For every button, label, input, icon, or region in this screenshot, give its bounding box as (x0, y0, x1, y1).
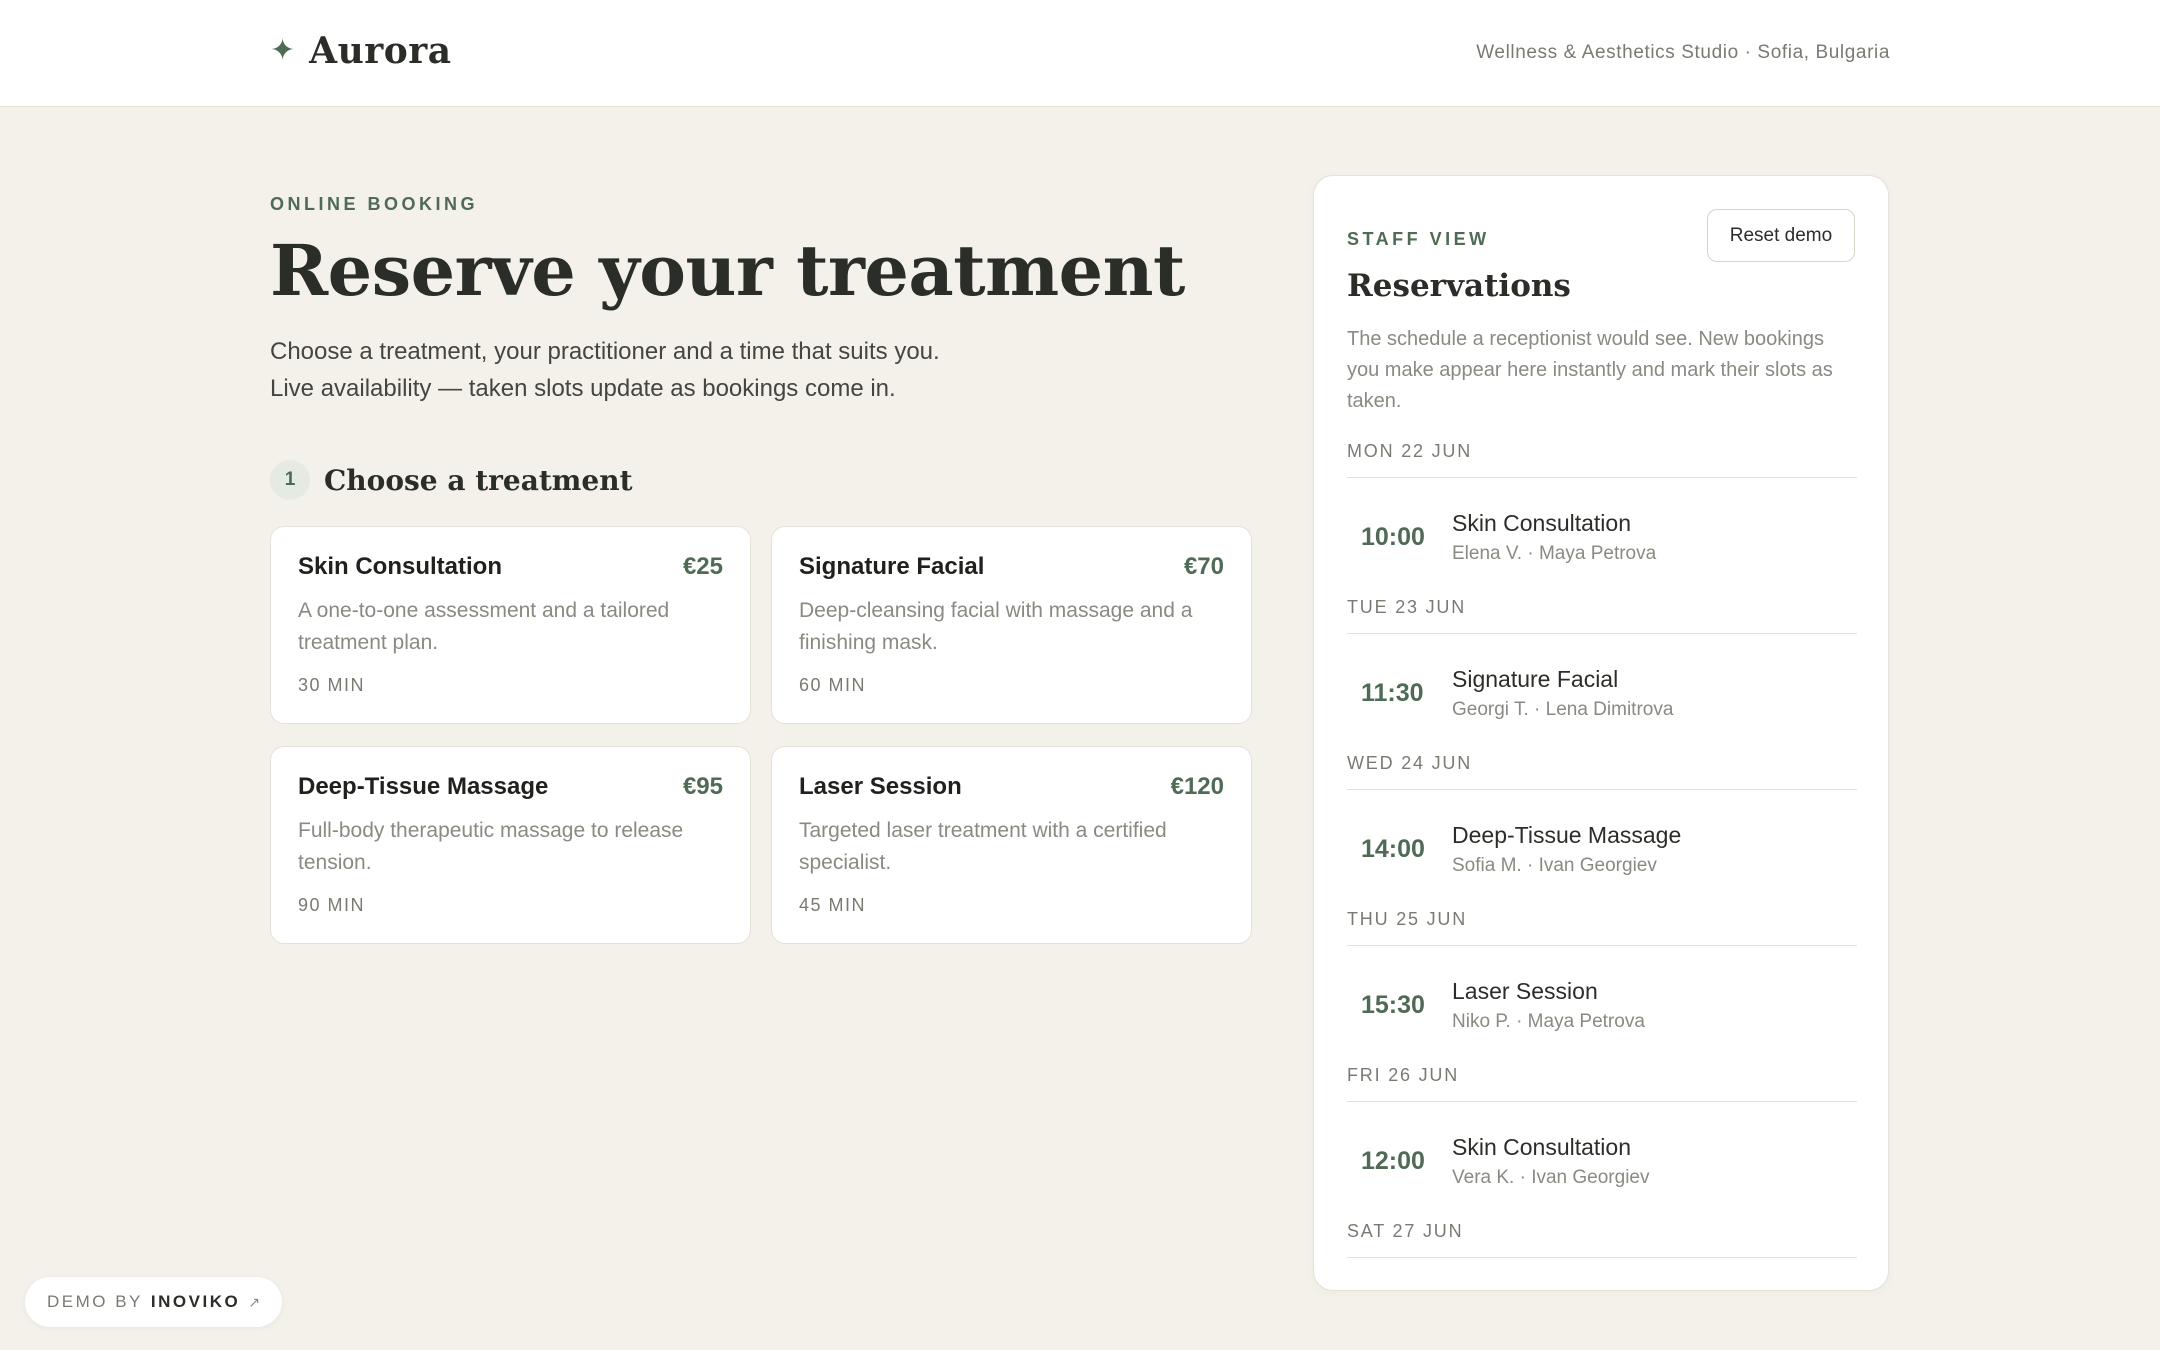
treatment-name: Skin Consultation (298, 553, 502, 580)
schedule-day: WED 24 JUN 14:00 Deep-Tissue Massage Sof… (1347, 753, 1857, 909)
schedule-day: MON 22 JUN 10:00 Skin Consultation Elena… (1347, 441, 1857, 597)
panel-description: The schedule a receptionist would see. N… (1347, 328, 1833, 412)
schedule-day: THU 25 JUN 15:30 Laser Session Niko P. ·… (1347, 909, 1857, 1065)
badge-brand: INOVIKO (150, 1292, 241, 1311)
day-label: SAT 27 JUN (1347, 1221, 1857, 1258)
top-bar: ✦ Aurora Wellness & Aesthetics Studio · … (0, 0, 2160, 107)
treatment-duration: 60 MIN (799, 675, 867, 695)
sparkle-icon: ✦ (270, 34, 296, 67)
reservation-time: 14:00 (1361, 835, 1425, 863)
reset-demo-button[interactable]: Reset demo (1707, 209, 1855, 262)
day-label: TUE 23 JUN (1347, 597, 1857, 634)
treatment-duration: 30 MIN (298, 675, 366, 695)
treatment-name: Deep-Tissue Massage (298, 773, 549, 800)
day-label: FRI 26 JUN (1347, 1065, 1857, 1102)
studio-tagline: Wellness & Aesthetics Studio · Sofia, Bu… (1476, 42, 1890, 63)
reservation-client-practitioner: Sofia M. · Ivan Georgiev (1452, 855, 1657, 876)
reservation-treatment: Laser Session (1452, 978, 1598, 1004)
step-heading: 1 Choose a treatment (270, 460, 633, 500)
treatment-description: A one-to-one assessment and a tailored t… (298, 599, 670, 654)
day-label: MON 22 JUN (1347, 441, 1857, 478)
demo-by-badge[interactable]: DEMO BY INOVIKO ↗ (25, 1277, 282, 1327)
treatment-card-skin-consultation[interactable]: Skin Consultation €25 A one-to-one asses… (270, 526, 751, 724)
reservation-treatment: Deep-Tissue Massage (1452, 822, 1682, 848)
treatment-description: Full-body therapeutic massage to release… (298, 819, 684, 874)
hero-subtitle-line: Live availability — taken slots update a… (270, 375, 896, 402)
treatment-card-signature-facial[interactable]: Signature Facial €70 Deep-cleansing faci… (771, 526, 1252, 724)
reservation-treatment: Signature Facial (1452, 666, 1619, 692)
schedule-day: SAT 27 JUN (1347, 1221, 1857, 1258)
reservation-item[interactable]: 11:30 Signature Facial Georgi T. · Lena … (1347, 634, 1857, 753)
step-title: Choose a treatment (324, 463, 633, 497)
treatment-price: €25 (682, 553, 723, 580)
treatment-card-laser-session[interactable]: Laser Session €120 Targeted laser treatm… (771, 746, 1252, 944)
reservation-client-practitioner: Elena V. · Maya Petrova (1452, 543, 1657, 564)
treatment-price: €95 (682, 773, 723, 800)
reservation-item[interactable]: 10:00 Skin Consultation Elena V. · Maya … (1347, 478, 1857, 597)
reservation-treatment: Skin Consultation (1452, 510, 1631, 536)
reservation-item[interactable]: 14:00 Deep-Tissue Massage Sofia M. · Iva… (1347, 790, 1857, 909)
day-label: WED 24 JUN (1347, 753, 1857, 790)
reservation-item[interactable]: 15:30 Laser Session Niko P. · Maya Petro… (1347, 946, 1857, 1065)
panel-title: Reservations (1347, 268, 1571, 304)
treatment-description: Targeted laser treatment with a certifie… (799, 819, 1167, 874)
reservation-time: 15:30 (1361, 991, 1425, 1019)
reservation-client-practitioner: Georgi T. · Lena Dimitrova (1452, 699, 1674, 720)
treatment-description: Deep-cleansing facial with massage and a… (799, 599, 1193, 654)
treatment-price: €120 (1170, 773, 1224, 800)
reservation-time: 12:00 (1361, 1147, 1425, 1175)
schedule-day: FRI 26 JUN 12:00 Skin Consultation Vera … (1347, 1065, 1857, 1221)
hero-subtitle: Choose a treatment, your practitioner an… (270, 333, 1070, 407)
reservation-client-practitioner: Niko P. · Maya Petrova (1452, 1011, 1645, 1032)
brand-name: Aurora (309, 30, 452, 72)
treatment-card-deep-tissue-massage[interactable]: Deep-Tissue Massage €95 Full-body therap… (270, 746, 751, 944)
panel-eyebrow: STAFF VIEW (1347, 229, 1490, 249)
treatment-grid: Skin Consultation €25 A one-to-one asses… (270, 526, 1252, 944)
hero-subtitle-line: Choose a treatment, your practitioner an… (270, 338, 940, 365)
reservation-time: 11:30 (1361, 679, 1424, 707)
treatment-name: Laser Session (799, 773, 962, 800)
reservation-treatment: Skin Consultation (1452, 1134, 1631, 1160)
hero-eyebrow: ONLINE BOOKING (270, 194, 479, 214)
page-title: Reserve your treatment (270, 229, 1185, 312)
treatment-name: Signature Facial (799, 553, 985, 580)
step-number-badge: 1 (270, 460, 310, 500)
day-label: THU 25 JUN (1347, 909, 1857, 946)
reservation-item[interactable]: 12:00 Skin Consultation Vera K. · Ivan G… (1347, 1102, 1857, 1221)
treatment-duration: 45 MIN (799, 895, 867, 915)
treatment-price: €70 (1183, 553, 1224, 580)
schedule-day: TUE 23 JUN 11:30 Signature Facial Georgi… (1347, 597, 1857, 753)
reservation-time: 10:00 (1361, 523, 1425, 551)
external-link-arrow-icon: ↗ (248, 1293, 260, 1310)
brand-logo[interactable]: ✦ Aurora (270, 30, 452, 72)
staff-reservations-panel: STAFF VIEW Reset demo Reservations The s… (1313, 175, 1889, 1291)
reservation-client-practitioner: Vera K. · Ivan Georgiev (1452, 1167, 1650, 1188)
reservation-schedule: MON 22 JUN 10:00 Skin Consultation Elena… (1347, 441, 1857, 1258)
badge-prefix: DEMO BY (47, 1292, 143, 1311)
treatment-duration: 90 MIN (298, 895, 366, 915)
